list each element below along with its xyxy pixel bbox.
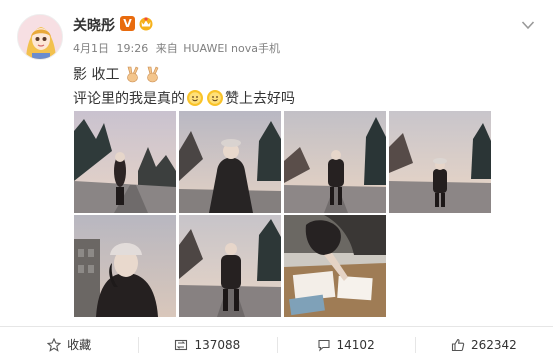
comment-count: 14102 [336, 337, 375, 352]
avatar[interactable] [17, 14, 63, 60]
post-text: 影 收工 [73, 67, 120, 83]
photo-4[interactable] [389, 111, 491, 213]
post-time[interactable]: 19:26 [117, 42, 149, 55]
chevron-down-icon[interactable] [521, 15, 535, 30]
comment-button[interactable]: 14102 [276, 327, 415, 362]
weibo-post: 关晓彤 V 4月1日 19:26 来自 HUAWEI nova手机 影 收工 评… [0, 0, 553, 362]
post-date[interactable]: 4月1日 [73, 42, 109, 55]
post-text-line-2: 评论里的我是真的 赞上去好吗 [73, 88, 295, 108]
photo-6[interactable] [179, 215, 281, 317]
like-button[interactable]: 262342 [414, 327, 553, 362]
verified-badge-icon: V [120, 16, 135, 31]
photo-7[interactable] [284, 215, 386, 317]
repost-button[interactable]: 137088 [138, 327, 276, 362]
repost-count: 137088 [194, 337, 241, 352]
vip-crown-icon [138, 15, 154, 31]
source-device[interactable]: HUAWEI nova手机 [183, 42, 280, 55]
post-meta: 4月1日 19:26 来自 HUAWEI nova手机 [73, 40, 284, 56]
post-text-line-1: 影 收工 [73, 64, 161, 84]
thumbs-up-icon [451, 338, 465, 351]
source-prefix: 来自 [155, 42, 178, 55]
like-count: 262342 [470, 337, 517, 352]
action-bar: 收藏 137088 14102 262342 [0, 327, 553, 362]
sun-face-icon [186, 89, 204, 107]
post-text: 评论里的我是真的 [73, 91, 185, 107]
photo-3[interactable] [284, 111, 386, 213]
comment-icon [317, 339, 330, 351]
photo-2[interactable] [179, 111, 281, 213]
star-icon [47, 337, 62, 352]
photo-5[interactable] [74, 215, 176, 317]
photo-1[interactable] [74, 111, 176, 213]
repost-icon [175, 339, 188, 350]
username[interactable]: 关晓彤 [73, 15, 115, 35]
favorite-button[interactable]: 收藏 [0, 327, 138, 362]
post-text: 赞上去好吗 [225, 91, 295, 107]
victory-hand-icon [143, 65, 161, 83]
sun-face-icon [206, 89, 224, 107]
favorite-label: 收藏 [67, 338, 92, 352]
victory-hand-icon [123, 65, 141, 83]
